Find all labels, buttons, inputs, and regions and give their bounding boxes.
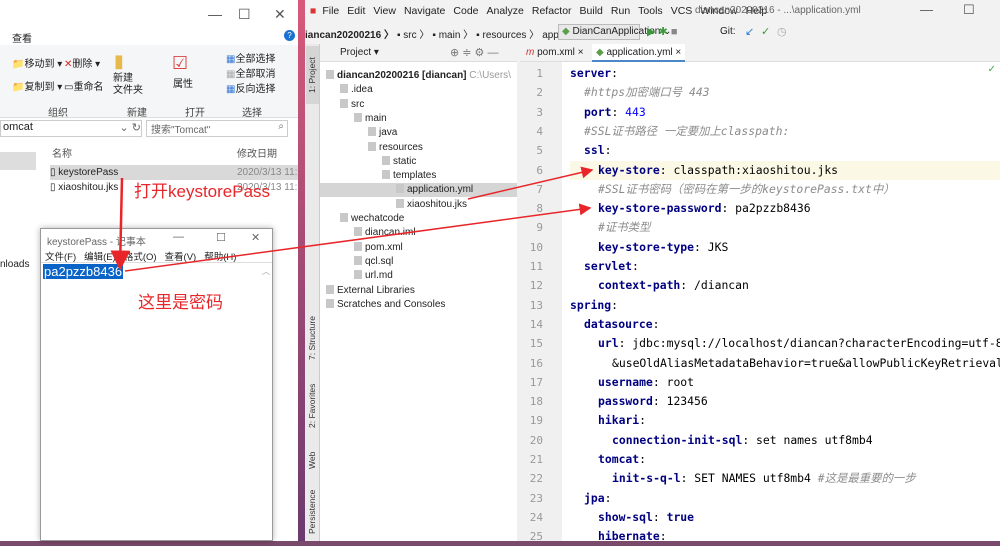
arrow-open-file xyxy=(110,177,131,271)
annotation-arrows xyxy=(110,166,594,272)
arrow-password xyxy=(124,203,592,272)
annotation-password-here: 这里是密码 xyxy=(138,293,223,312)
annotation-open-keystorepass: 打开keystorePass xyxy=(134,182,271,201)
arrow-keystore xyxy=(467,166,594,200)
